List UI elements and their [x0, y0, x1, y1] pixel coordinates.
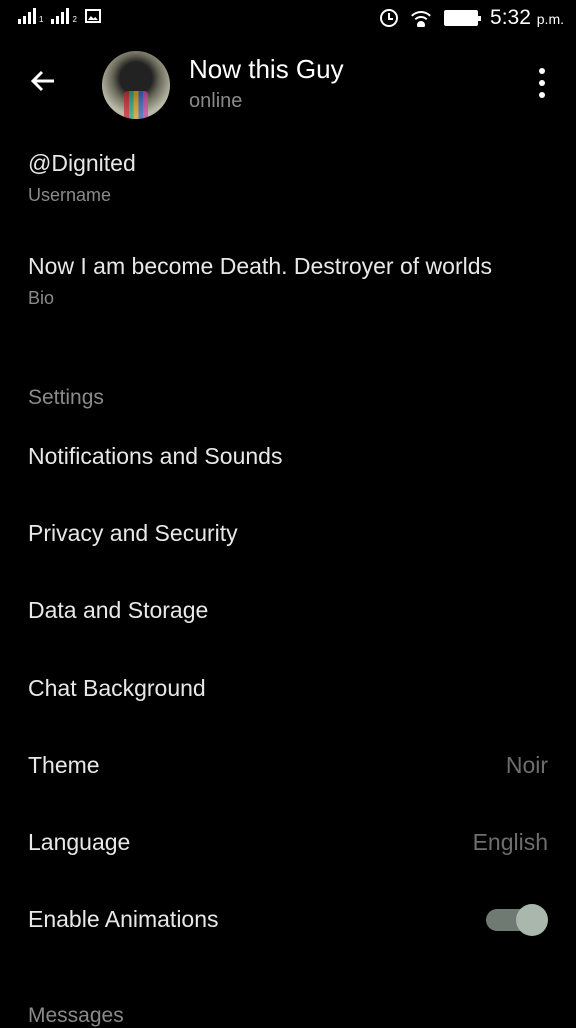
settings-section-header: Settings [28, 386, 104, 409]
item-label: Notifications and Sounds [28, 442, 283, 469]
gallery-notification-icon [84, 9, 101, 23]
battery-icon [444, 10, 482, 26]
item-label: Enable Animations [28, 905, 219, 932]
profile-header: Now this Guy online [0, 40, 576, 130]
more-vert-icon [539, 68, 545, 74]
settings-item-enable-animations[interactable]: Enable Animations [28, 899, 548, 939]
bio-value: Now I am become Death. Destroyer of worl… [28, 253, 493, 279]
settings-item-theme[interactable]: Theme Noir [28, 745, 548, 785]
status-bar: 1 2 5:32 p.m. [0, 0, 576, 40]
settings-item-data-storage[interactable]: Data and Storage [28, 590, 548, 630]
item-label: Language [28, 828, 131, 855]
item-label: Privacy and Security [28, 519, 238, 546]
animations-toggle[interactable] [486, 902, 548, 936]
item-label: Chat Background [28, 674, 206, 701]
settings-item-language[interactable]: Language English [28, 822, 548, 862]
item-label: Theme [28, 751, 100, 778]
username-row[interactable]: @Dignited Username [28, 150, 548, 206]
profile-name: Now this Guy [189, 54, 344, 84]
avatar[interactable] [102, 51, 170, 119]
signal-sim2-icon: 2 [51, 8, 77, 24]
theme-value: Noir [505, 751, 548, 778]
item-label: Data and Storage [28, 596, 209, 623]
signal-sim1-icon: 1 [18, 8, 43, 24]
messages-section-header: Messages [28, 1004, 124, 1027]
username-label: Username [28, 185, 112, 205]
clock: 5:32 p.m. [490, 6, 564, 29]
sim1-label: 1 [39, 15, 44, 24]
settings-item-chat-background[interactable]: Chat Background [28, 668, 548, 708]
bio-label: Bio [28, 288, 55, 308]
alarm-icon [380, 9, 399, 27]
more-options-button[interactable] [536, 68, 548, 98]
language-value: English [472, 828, 548, 855]
arrow-left-icon [30, 70, 54, 92]
bio-row[interactable]: Now I am become Death. Destroyer of worl… [28, 253, 548, 309]
settings-item-notifications[interactable]: Notifications and Sounds [28, 436, 548, 476]
sim2-label: 2 [72, 15, 77, 24]
online-status: online [189, 90, 243, 112]
back-button[interactable] [28, 66, 62, 100]
wifi-icon [410, 9, 433, 27]
settings-item-privacy[interactable]: Privacy and Security [28, 513, 548, 553]
username-value: @Dignited [28, 150, 136, 176]
